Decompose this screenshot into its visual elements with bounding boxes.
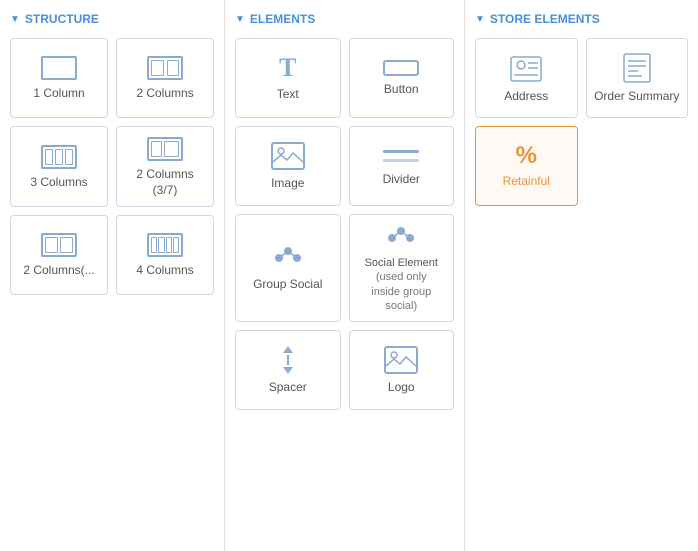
1col-label: 1 Column <box>33 86 84 102</box>
order-summary-icon <box>622 53 652 83</box>
group-social-element-card[interactable]: Group Social <box>235 214 341 322</box>
divider-label: Divider <box>383 172 420 188</box>
spacer-icon <box>283 346 293 374</box>
elements-grid: T Text Button Image <box>235 38 454 410</box>
order-summary-store-card[interactable]: Order Summary <box>586 38 689 118</box>
1col-icon <box>41 56 77 80</box>
structure-panel: ▼ STRUCTURE 1 Column 2 Columns 3 Columns <box>0 0 225 551</box>
store-panel: ▼ STORE ELEMENTS Address <box>465 0 698 551</box>
structure-2col37-card[interactable]: 2 Columns (3/7) <box>116 126 214 207</box>
logo-icon <box>384 346 418 374</box>
2col37-icon <box>147 137 183 161</box>
spacer-label: Spacer <box>269 380 307 396</box>
3col-icon <box>41 145 77 169</box>
structure-4col-card[interactable]: 4 Columns <box>116 215 214 295</box>
retainful-store-card[interactable]: % Retainful <box>475 126 578 206</box>
store-arrow-icon: ▼ <box>475 14 485 25</box>
button-icon <box>383 60 419 76</box>
group-social-icon <box>273 245 303 271</box>
text-element-card[interactable]: T Text <box>235 38 341 118</box>
order-summary-label: Order Summary <box>594 89 679 105</box>
structure-3col-card[interactable]: 3 Columns <box>10 126 108 207</box>
address-icon <box>510 53 542 83</box>
4col-icon <box>147 233 183 257</box>
structure-2col-left-card[interactable]: 2 Columns(... <box>10 215 108 295</box>
elements-title-label: ELEMENTS <box>250 12 315 26</box>
2col37-label: 2 Columns (3/7) <box>123 167 207 198</box>
image-element-card[interactable]: Image <box>235 126 341 206</box>
elements-panel: ▼ ELEMENTS T Text Button Image <box>225 0 465 551</box>
2col-label: 2 Columns <box>136 86 193 102</box>
store-grid: Address Order Summary % Retainful <box>475 38 688 206</box>
text-label: Text <box>277 87 299 103</box>
structure-2col-card[interactable]: 2 Columns <box>116 38 214 118</box>
group-social-label: Group Social <box>253 277 322 293</box>
social-element-icon <box>386 225 416 251</box>
text-icon: T <box>279 55 296 81</box>
divider-icon <box>383 146 419 166</box>
structure-1col-card[interactable]: 1 Column <box>10 38 108 118</box>
image-icon <box>271 142 305 170</box>
social-element-label: Social Element(used onlyinside groupsoci… <box>365 256 438 313</box>
store-panel-title: ▼ STORE ELEMENTS <box>475 12 688 26</box>
2col-icon <box>147 56 183 80</box>
image-label: Image <box>271 176 304 192</box>
address-label: Address <box>504 89 548 105</box>
button-element-card[interactable]: Button <box>349 38 455 118</box>
store-title-label: STORE ELEMENTS <box>490 12 600 26</box>
address-store-card[interactable]: Address <box>475 38 578 118</box>
spacer-element-card[interactable]: Spacer <box>235 330 341 410</box>
2col-left-icon <box>41 233 77 257</box>
structure-arrow-icon: ▼ <box>10 14 20 25</box>
3col-label: 3 Columns <box>30 175 87 191</box>
retainful-label: Retainful <box>503 174 550 190</box>
structure-grid: 1 Column 2 Columns 3 Columns 2 Columns (… <box>10 38 214 295</box>
structure-title-label: STRUCTURE <box>25 12 99 26</box>
2col-left-label: 2 Columns(... <box>23 263 94 279</box>
elements-panel-title: ▼ ELEMENTS <box>235 12 454 26</box>
social-element-card[interactable]: Social Element(used onlyinside groupsoci… <box>349 214 455 322</box>
logo-label: Logo <box>388 380 415 396</box>
structure-panel-title: ▼ STRUCTURE <box>10 12 214 26</box>
divider-element-card[interactable]: Divider <box>349 126 455 206</box>
retainful-icon: % <box>516 144 537 168</box>
button-label: Button <box>384 82 419 98</box>
logo-element-card[interactable]: Logo <box>349 330 455 410</box>
4col-label: 4 Columns <box>136 263 193 279</box>
elements-arrow-icon: ▼ <box>235 14 245 25</box>
